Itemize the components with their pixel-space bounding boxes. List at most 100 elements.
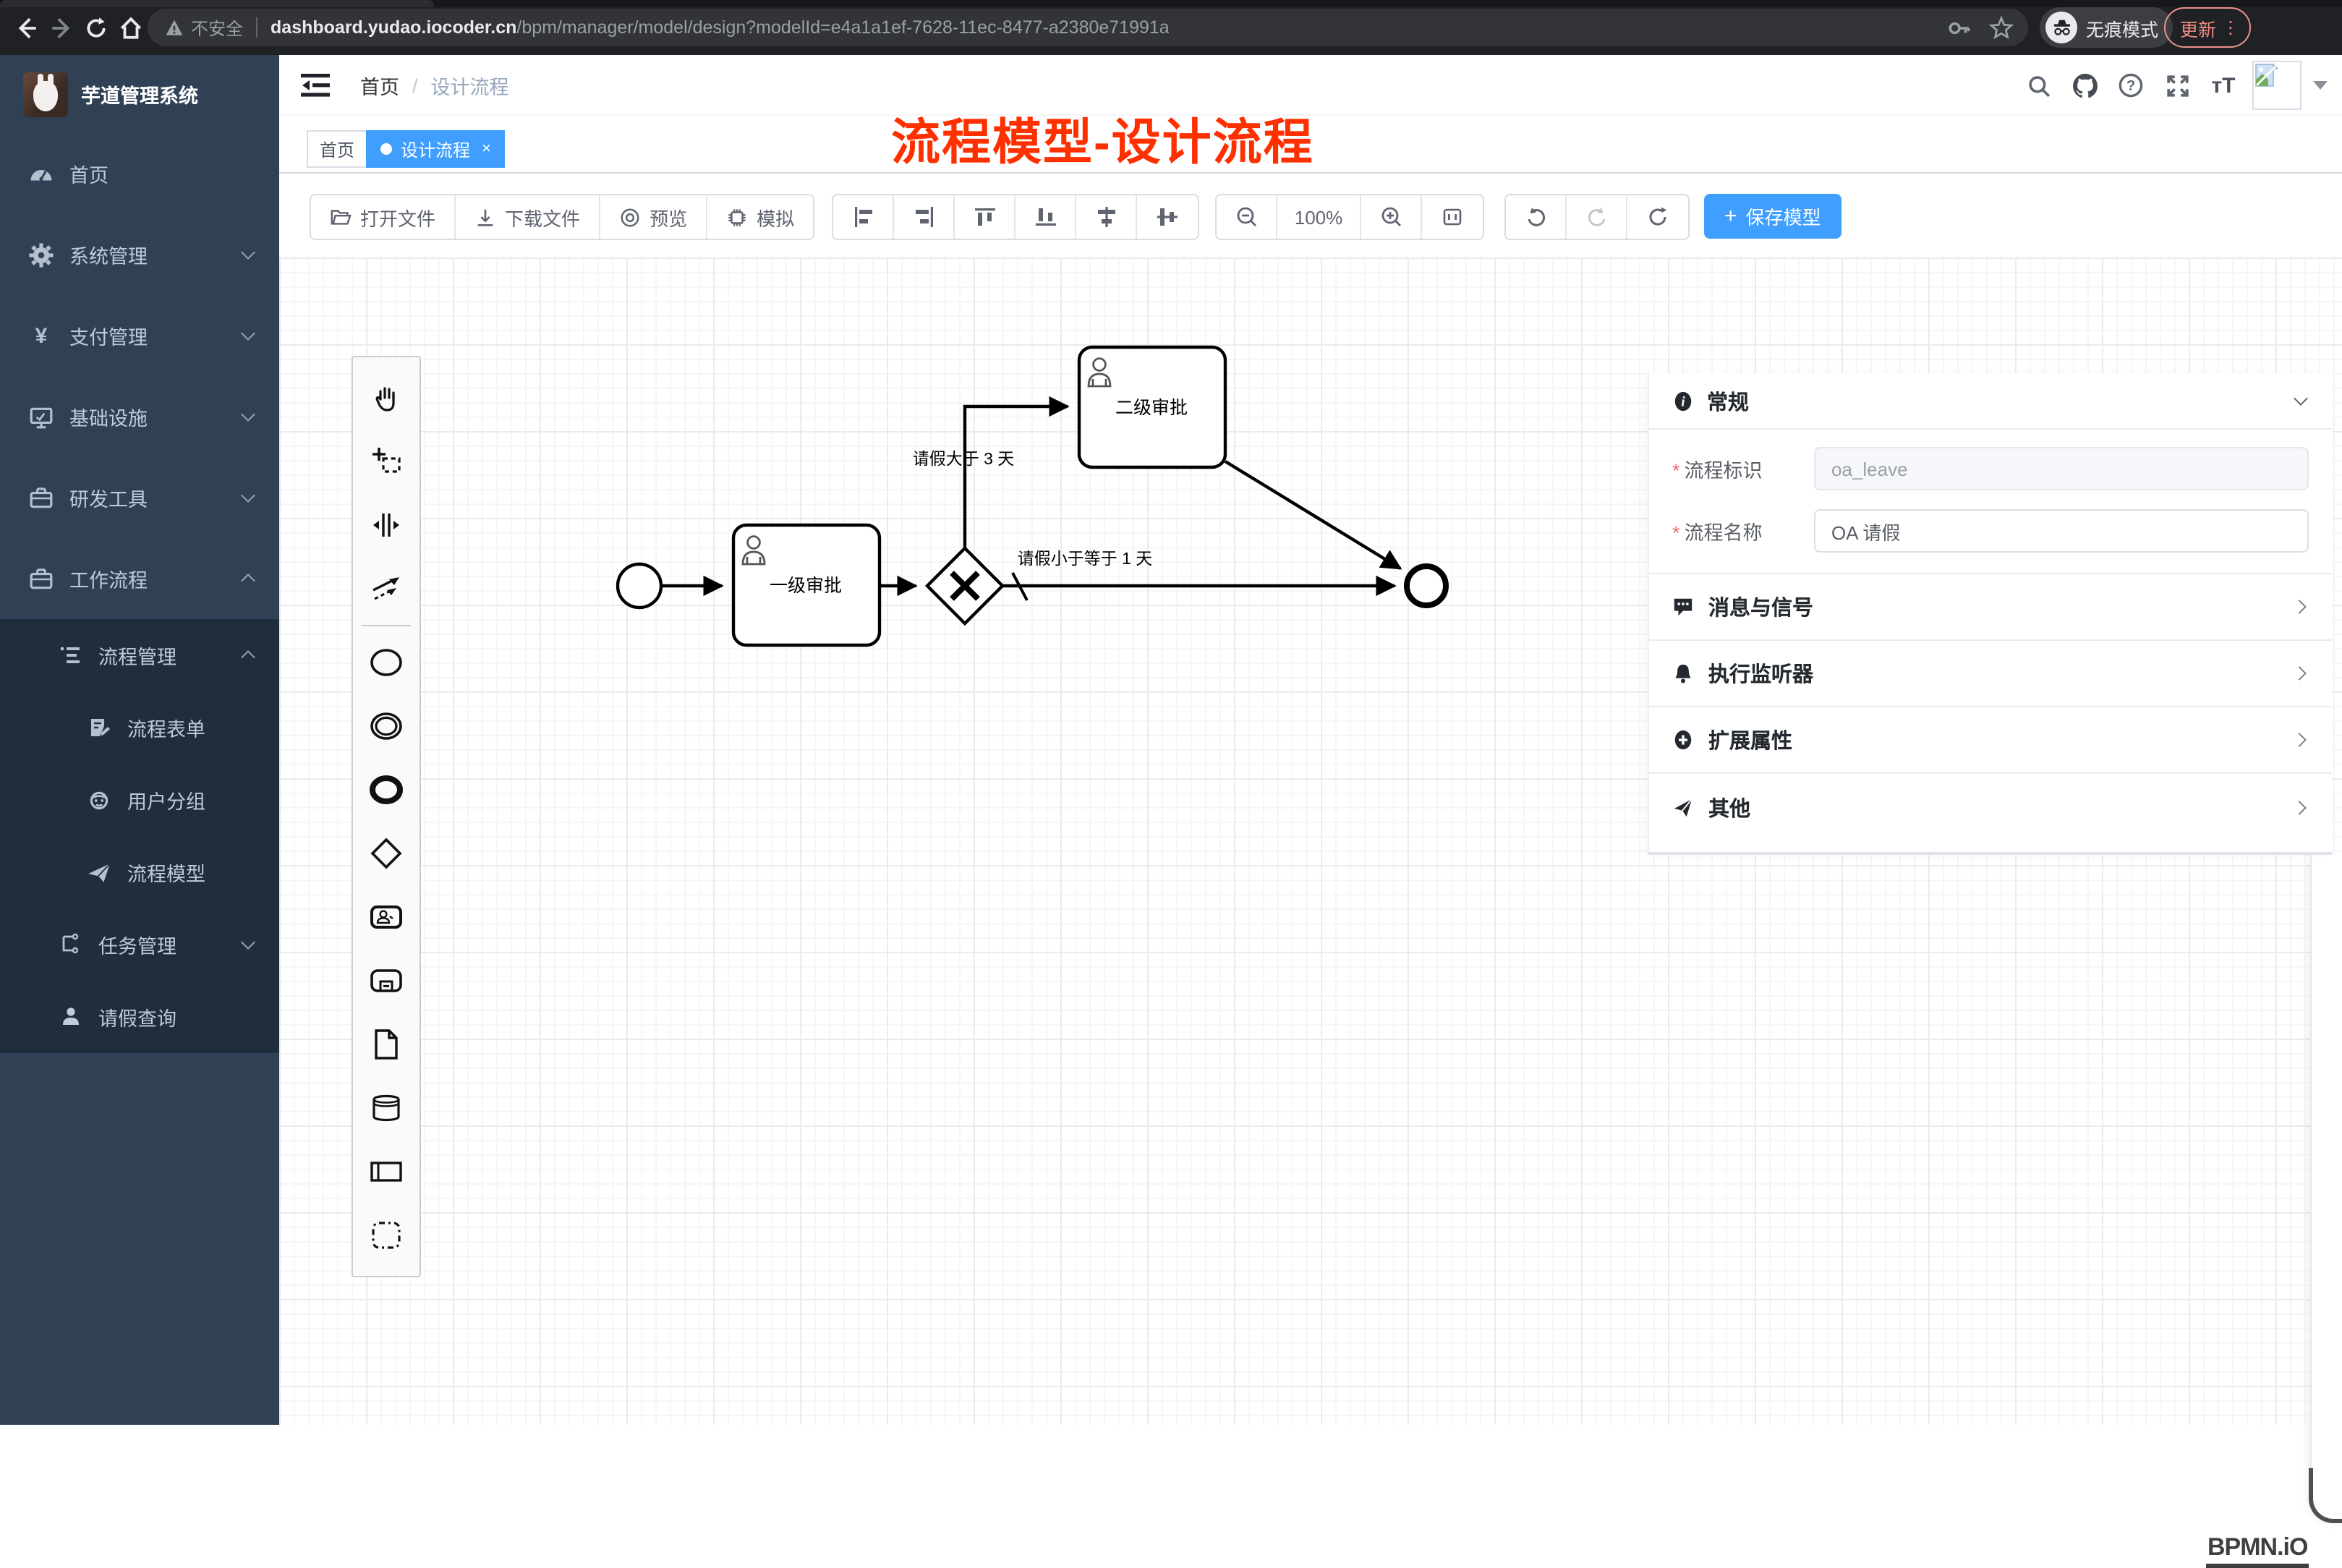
avatar[interactable] xyxy=(2252,61,2301,110)
process-key-input[interactable] xyxy=(1814,447,2309,490)
sidebar-item-devtools[interactable]: 研发工具 xyxy=(0,457,279,538)
hand-tool[interactable] xyxy=(353,366,420,430)
align-left-button[interactable] xyxy=(833,195,894,239)
sidebar-item-payment[interactable]: ¥ 支付管理 xyxy=(0,295,279,376)
sidebar-item-leave-query[interactable]: 请假查询 xyxy=(0,981,279,1053)
redo-button[interactable] xyxy=(1567,195,1627,239)
flow-task2-to-end[interactable] xyxy=(1225,461,1400,568)
sidebar-collapse-icon[interactable] xyxy=(299,71,331,100)
sidebar: 芋道管理系统 首页 系统管理 ¥ 支付管理 基础设施 研发工具 工作 xyxy=(0,55,279,1425)
sidebar-item-user-group[interactable]: 用户分组 xyxy=(0,764,279,836)
message-icon xyxy=(1672,596,1694,618)
zoom-out-button[interactable] xyxy=(1217,195,1277,239)
create-start-event[interactable] xyxy=(353,631,420,694)
global-connect-tool[interactable] xyxy=(353,557,420,621)
align-middle-vertical-button[interactable] xyxy=(1137,195,1198,239)
home-icon[interactable] xyxy=(116,13,145,42)
create-gateway[interactable] xyxy=(353,822,420,885)
general-section-header[interactable]: i 常规 xyxy=(1649,373,2332,430)
form-edit-icon xyxy=(87,715,111,740)
flow-label-gt3[interactable]: 请假大于 3 天 xyxy=(913,449,1015,468)
breadcrumb-home[interactable]: 首页 xyxy=(360,71,399,100)
create-data-store[interactable] xyxy=(353,1076,420,1140)
back-icon[interactable] xyxy=(12,13,41,42)
github-icon[interactable] xyxy=(2061,55,2108,116)
space-tool[interactable] xyxy=(353,493,420,557)
fullscreen-icon[interactable] xyxy=(2154,55,2200,116)
section-other[interactable]: 其他 xyxy=(1649,774,2332,840)
simulate-button[interactable]: 模拟 xyxy=(707,195,813,239)
svg-text:i: i xyxy=(1681,394,1685,409)
exclusive-gateway[interactable] xyxy=(927,548,1002,623)
warning-icon xyxy=(165,18,184,37)
sidebar-item-home[interactable]: 首页 xyxy=(0,133,279,214)
header-actions: ? тT xyxy=(2015,55,2342,116)
sidebar-item-system[interactable]: 系统管理 xyxy=(0,214,279,295)
browser-menu-icon[interactable]: ⋮ xyxy=(2222,17,2239,38)
app-logo[interactable]: 芋道管理系统 xyxy=(0,55,279,133)
flow-label-le1[interactable]: 请假小于等于 1 天 xyxy=(1018,549,1153,568)
font-size-icon[interactable]: тT xyxy=(2200,55,2247,116)
lasso-tool[interactable] xyxy=(353,430,420,493)
sidebar-item-workflow[interactable]: 工作流程 xyxy=(0,538,279,619)
tab-close-icon[interactable]: × xyxy=(482,140,491,158)
align-right-button[interactable] xyxy=(894,195,955,239)
reload-icon[interactable] xyxy=(81,13,110,42)
fit-canvas-button[interactable] xyxy=(1422,195,1483,239)
tag-tab-active[interactable]: 设计流程 × xyxy=(366,130,506,168)
flow-gateway-to-task2[interactable] xyxy=(965,406,1068,548)
user-task-2[interactable]: 二级审批 xyxy=(1079,347,1225,467)
bookmark-star-icon[interactable] xyxy=(1989,15,2014,40)
download-file-button[interactable]: 下载文件 xyxy=(456,195,600,239)
start-event[interactable] xyxy=(618,564,661,608)
sidebar-item-infra[interactable]: 基础设施 xyxy=(0,376,279,457)
section-execution-listener[interactable]: 执行监听器 xyxy=(1649,641,2332,707)
send-icon xyxy=(87,860,111,885)
align-top-button[interactable] xyxy=(955,195,1015,239)
preview-button[interactable]: 预览 xyxy=(600,195,707,239)
create-data-object[interactable] xyxy=(353,1013,420,1076)
logo-image xyxy=(23,72,68,116)
zoom-in-button[interactable] xyxy=(1361,195,1422,239)
process-name-input[interactable] xyxy=(1814,509,2309,553)
align-bottom-button[interactable] xyxy=(1015,195,1076,239)
search-icon[interactable] xyxy=(2015,55,2061,116)
process-name-label: *流程名称 xyxy=(1672,516,1814,545)
section-message-signal[interactable]: 消息与信号 xyxy=(1649,574,2332,641)
tag-tab-home[interactable]: 首页 xyxy=(307,130,367,168)
security-chip[interactable]: 不安全 xyxy=(165,15,243,40)
collapse-icon[interactable] xyxy=(2294,391,2308,406)
create-group[interactable] xyxy=(353,1203,420,1267)
address-bar[interactable]: 不安全 dashboard.yudao.iocoder.cn/bpm/manag… xyxy=(148,9,2028,46)
open-file-button[interactable]: 打开文件 xyxy=(311,195,456,239)
url-text[interactable]: dashboard.yudao.iocoder.cn/bpm/manager/m… xyxy=(271,17,1170,38)
bpmn-io-logo[interactable]: BPMN.iO xyxy=(2206,1533,2309,1568)
annotation-title: 流程模型-设计流程 xyxy=(891,103,1314,174)
user-icon xyxy=(58,1005,82,1029)
help-icon[interactable]: ? xyxy=(2108,55,2154,116)
sidebar-item-process-mgmt[interactable]: 流程管理 xyxy=(0,619,279,691)
forward-icon[interactable] xyxy=(46,13,75,42)
section-extended-attrs[interactable]: 扩展属性 xyxy=(1649,707,2332,774)
designer-toolbar: 打开文件 下载文件 预览 模拟 xyxy=(279,191,2342,243)
create-participant[interactable] xyxy=(353,1140,420,1203)
sidebar-item-process-model[interactable]: 流程模型 xyxy=(0,836,279,908)
undo-button[interactable] xyxy=(1506,195,1567,239)
save-model-button[interactable]: + 保存模型 xyxy=(1704,194,1841,239)
briefcase-icon xyxy=(29,566,54,591)
create-user-task[interactable] xyxy=(353,885,420,949)
create-subprocess[interactable] xyxy=(353,949,420,1013)
align-center-horizontal-button[interactable] xyxy=(1076,195,1137,239)
reset-button[interactable] xyxy=(1627,195,1688,239)
sidebar-item-task-mgmt[interactable]: 任务管理 xyxy=(0,908,279,981)
create-end-event[interactable] xyxy=(353,758,420,822)
end-event[interactable] xyxy=(1407,566,1446,605)
browser-update-button[interactable]: 更新 ⋮ xyxy=(2164,7,2251,48)
user-group-icon xyxy=(87,788,111,812)
browser-active-tab[interactable] xyxy=(0,0,434,7)
avatar-dropdown-icon[interactable] xyxy=(2313,81,2328,90)
password-key-icon[interactable] xyxy=(1947,15,1972,40)
create-intermediate-event[interactable] xyxy=(353,694,420,758)
sidebar-item-process-form[interactable]: 流程表单 xyxy=(0,691,279,764)
user-task-1[interactable]: 一级审批 xyxy=(733,525,880,645)
